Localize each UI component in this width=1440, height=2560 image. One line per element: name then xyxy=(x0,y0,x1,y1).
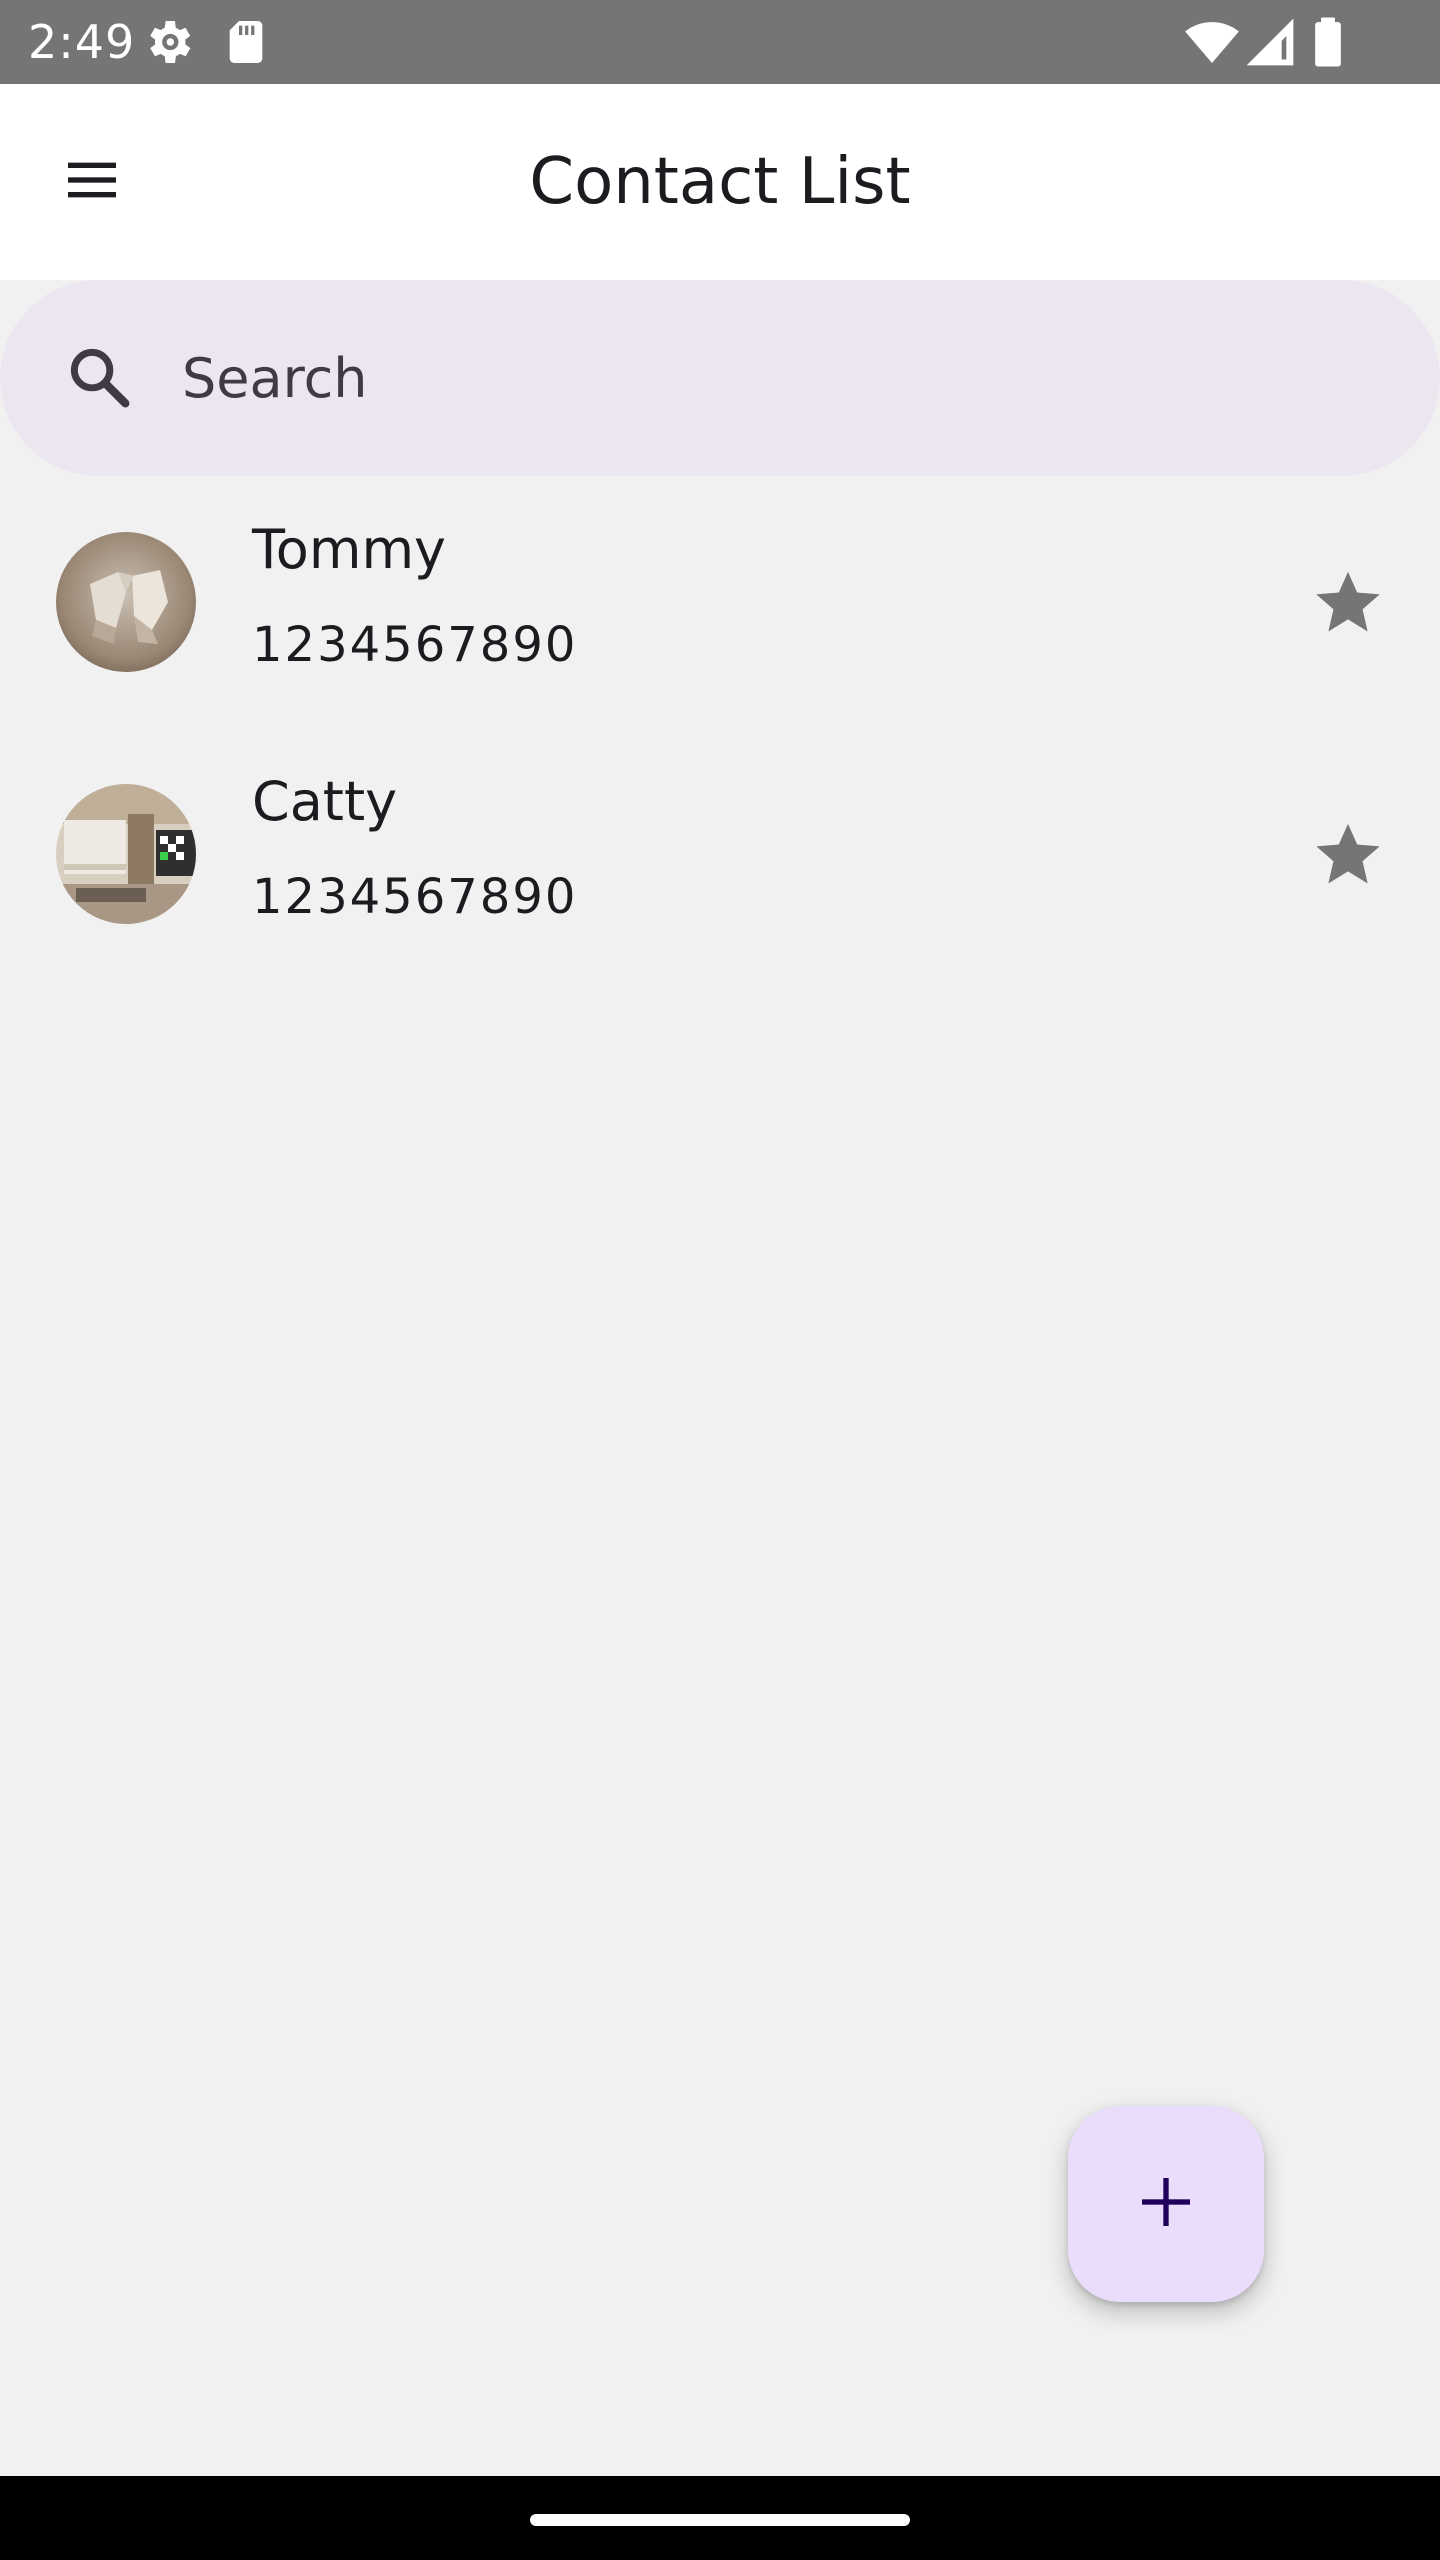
home-gesture-handle[interactable] xyxy=(530,2514,910,2526)
contact-name: Tommy xyxy=(252,518,447,581)
add-contact-button[interactable] xyxy=(1068,2106,1264,2302)
contact-list-screen: 2:49 Contact List Search Tommy 123456789… xyxy=(0,0,1440,2560)
search-placeholder: Search xyxy=(182,346,368,410)
sd-card-icon xyxy=(218,14,274,70)
contact-phone: 1234567890 xyxy=(252,869,578,925)
hamburger-menu-icon xyxy=(60,148,124,216)
avatar xyxy=(56,784,196,924)
plus-icon xyxy=(1134,2170,1198,2238)
contact-name: Catty xyxy=(252,770,398,833)
star-icon xyxy=(1310,816,1386,896)
star-icon xyxy=(1310,564,1386,644)
status-bar: 2:49 xyxy=(0,0,1440,84)
page-title: Contact List xyxy=(529,145,911,219)
contact-phone: 1234567890 xyxy=(252,617,578,673)
search-input[interactable]: Search xyxy=(0,280,1440,476)
settings-gear-icon xyxy=(140,14,196,70)
search-icon xyxy=(50,328,150,428)
top-app-bar: Contact List xyxy=(0,84,1440,280)
menu-button[interactable] xyxy=(44,134,140,230)
battery-icon xyxy=(1300,14,1356,70)
contact-list-item[interactable]: Catty 1234567890 xyxy=(0,728,1440,980)
avatar xyxy=(56,532,196,672)
wifi-icon xyxy=(1184,14,1240,70)
status-time: 2:49 xyxy=(28,15,136,69)
system-navigation-bar xyxy=(0,2476,1440,2560)
favorite-button[interactable] xyxy=(1296,804,1400,908)
cell-signal-icon xyxy=(1242,14,1298,70)
favorite-button[interactable] xyxy=(1296,552,1400,656)
contact-list-item[interactable]: Tommy 1234567890 xyxy=(0,476,1440,728)
